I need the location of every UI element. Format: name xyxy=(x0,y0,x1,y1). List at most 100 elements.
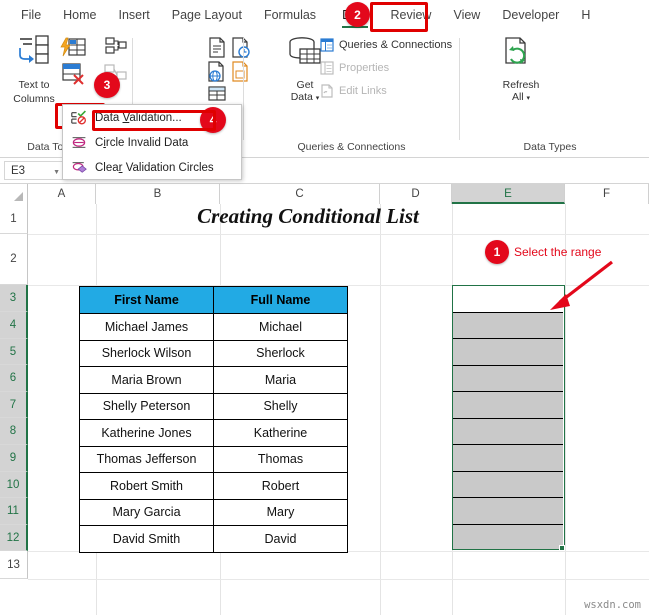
queries-connections-icon xyxy=(320,38,334,52)
row-header-9[interactable]: 9 xyxy=(0,445,28,472)
table-row[interactable]: Shelly Peterson Shelly xyxy=(79,392,348,420)
worksheet-title: Creating Conditional List xyxy=(197,204,419,228)
table-row[interactable]: Thomas Jefferson Thomas xyxy=(79,445,348,473)
properties-button: Properties xyxy=(320,61,389,75)
callout-arrow-select-range xyxy=(550,260,613,310)
row-header-12[interactable]: 12 xyxy=(0,525,28,551)
tab-view[interactable]: View xyxy=(442,4,491,26)
cell-first-name[interactable]: Michael James xyxy=(79,313,214,341)
flash-fill-button[interactable] xyxy=(60,36,86,65)
selected-cell-border xyxy=(453,524,563,525)
cell-first-name[interactable]: David Smith xyxy=(79,525,214,553)
gridline-row-13 xyxy=(28,579,649,580)
selected-cell-border xyxy=(453,444,563,445)
tab-review[interactable]: Review xyxy=(379,4,442,26)
chevron-down-icon-namebox[interactable]: ▼ xyxy=(53,169,60,176)
properties-label: Properties xyxy=(339,62,390,74)
from-web-button[interactable] xyxy=(207,61,227,88)
remove-duplicates-icon xyxy=(62,63,84,85)
table-header-first-name: First Name xyxy=(79,286,214,314)
row-header-6[interactable]: 6 xyxy=(0,365,28,392)
table-row[interactable]: David Smith David xyxy=(79,525,348,553)
cell-first-name[interactable]: Thomas Jefferson xyxy=(79,445,214,473)
tab-help[interactable]: H xyxy=(570,4,601,26)
edit-links-button: Edit Links xyxy=(320,84,387,98)
gridline-col-c xyxy=(380,204,381,615)
callout-badge-3: 3 xyxy=(94,72,120,98)
table-row[interactable]: Robert Smith Robert xyxy=(79,472,348,500)
menu-item-circle-invalid-data[interactable]: Circle Invalid Data xyxy=(63,130,241,155)
remove-duplicates-button[interactable] xyxy=(60,62,86,91)
cell-full-name[interactable]: Maria xyxy=(213,366,348,394)
clear-validation-circles-icon xyxy=(72,162,87,173)
existing-connections-icon xyxy=(208,86,226,101)
ribbon-tab-bar: File Home Insert Page Layout Formulas Da… xyxy=(0,0,649,30)
from-text-icon xyxy=(209,37,225,58)
row-header-5[interactable]: 5 xyxy=(0,339,28,365)
menu-item-data-validation-label: Data Validation... xyxy=(95,111,182,124)
row-header-column: 1 2 3 4 5 6 7 8 9 10 11 12 13 xyxy=(0,204,28,615)
cell-first-name[interactable]: Robert Smith xyxy=(79,472,214,500)
row-header-10[interactable]: 10 xyxy=(0,472,28,498)
row-header-8[interactable]: 8 xyxy=(0,418,28,445)
tab-developer[interactable]: Developer xyxy=(491,4,570,26)
select-all-corner[interactable] xyxy=(0,184,28,204)
edit-links-label: Edit Links xyxy=(339,85,387,97)
selected-cell-border xyxy=(453,471,563,472)
column-header-d[interactable]: D xyxy=(380,184,452,204)
text-to-columns-icon xyxy=(19,35,49,64)
name-box-value: E3 xyxy=(11,164,26,177)
text-to-columns-button[interactable]: Text to Columns xyxy=(6,34,62,105)
column-header-c[interactable]: C xyxy=(220,184,380,204)
tab-page-layout[interactable]: Page Layout xyxy=(161,4,253,26)
name-box[interactable]: E3 ▼ xyxy=(4,161,66,180)
cell-full-name[interactable]: Thomas xyxy=(213,445,348,473)
tab-formulas[interactable]: Formulas xyxy=(253,4,327,26)
tab-insert[interactable]: Insert xyxy=(108,4,161,26)
selected-cell-border xyxy=(453,418,563,419)
tab-home[interactable]: Home xyxy=(52,4,107,26)
from-text-csv-button[interactable] xyxy=(207,37,227,64)
callout-badge-2: 2 xyxy=(345,2,370,27)
cell-first-name[interactable]: Sherlock Wilson xyxy=(79,339,214,367)
table-header-full-name: Full Name xyxy=(213,286,348,314)
fill-handle[interactable] xyxy=(559,545,565,551)
properties-icon xyxy=(320,61,334,75)
cell-full-name[interactable]: Shelly xyxy=(213,392,348,420)
consolidate-button[interactable] xyxy=(104,36,128,63)
column-header-b[interactable]: B xyxy=(96,184,220,204)
cell-first-name[interactable]: Katherine Jones xyxy=(79,419,214,447)
cell-full-name[interactable]: Robert xyxy=(213,472,348,500)
table-row[interactable]: Sherlock Wilson Sherlock xyxy=(79,339,348,367)
watermark: wsxdn.com xyxy=(584,599,641,611)
cell-first-name[interactable]: Maria Brown xyxy=(79,366,214,394)
menu-item-clear-validation-circles[interactable]: Clear Validation Circles xyxy=(63,155,241,180)
table-row[interactable]: Mary Garcia Mary xyxy=(79,498,348,526)
column-header-a[interactable]: A xyxy=(28,184,96,204)
queries-connections-label: Queries & Connections xyxy=(339,39,453,51)
row-header-3[interactable]: 3 xyxy=(0,285,28,312)
cell-full-name[interactable]: David xyxy=(213,525,348,553)
row-header-13[interactable]: 13 xyxy=(0,551,28,579)
row-header-11[interactable]: 11 xyxy=(0,498,28,525)
row-header-1[interactable]: 1 xyxy=(0,204,28,234)
row-header-2[interactable]: 2 xyxy=(0,234,28,285)
cell-first-name[interactable]: Mary Garcia xyxy=(79,498,214,526)
queries-and-connections-button[interactable]: Queries & Connections xyxy=(320,38,452,52)
table-row[interactable]: Maria Brown Maria xyxy=(79,366,348,394)
row-header-7[interactable]: 7 xyxy=(0,392,28,418)
cell-full-name[interactable]: Sherlock xyxy=(213,339,348,367)
table-row[interactable]: Katherine Jones Katherine xyxy=(79,419,348,447)
cell-full-name[interactable]: Katherine xyxy=(213,419,348,447)
table-row[interactable]: Michael James Michael xyxy=(79,313,348,341)
callout-badge-1: 1 xyxy=(485,240,509,264)
column-header-f[interactable]: F xyxy=(565,184,649,204)
column-header-e[interactable]: E xyxy=(452,184,565,204)
cell-full-name[interactable]: Mary xyxy=(213,498,348,526)
row-header-4[interactable]: 4 xyxy=(0,312,28,339)
cell-first-name[interactable]: Shelly Peterson xyxy=(79,392,214,420)
text-to-columns-label-line2: Columns xyxy=(13,93,55,105)
cell-full-name[interactable]: Michael xyxy=(213,313,348,341)
excel-window: File Home Insert Page Layout Formulas Da… xyxy=(0,0,649,615)
tab-file[interactable]: File xyxy=(10,4,52,26)
